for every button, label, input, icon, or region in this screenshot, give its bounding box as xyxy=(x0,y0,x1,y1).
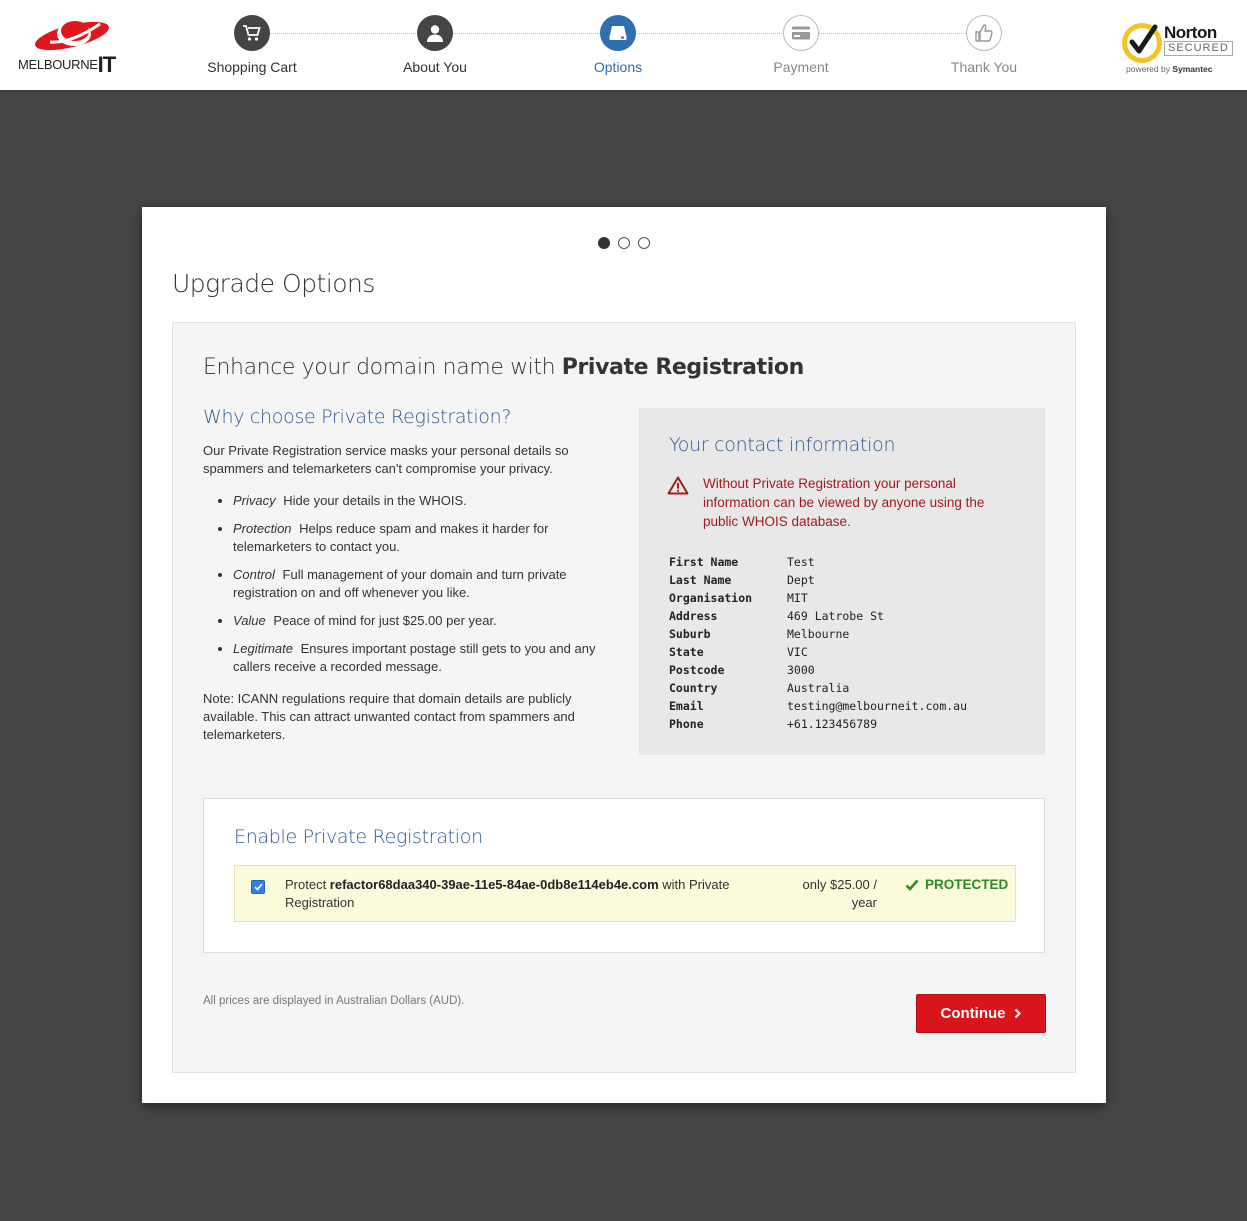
thumbs-up-icon xyxy=(966,15,1002,51)
why-section: Why choose Private Registration? Our Pri… xyxy=(203,408,603,744)
norton-secured: SECURED xyxy=(1164,41,1233,56)
protect-checkbox[interactable] xyxy=(251,880,265,894)
enable-title: Enable Private Registration xyxy=(234,826,483,848)
list-item: Protection Helps reduce spam and makes i… xyxy=(233,520,603,556)
whois-warning: Without Private Registration your person… xyxy=(667,474,1007,531)
step-options[interactable]: Options xyxy=(548,15,688,75)
contact-row: Suburb Melbourne xyxy=(669,627,850,641)
enable-private-registration-box: Enable Private Registration Protect refa… xyxy=(203,798,1045,953)
step-about-you[interactable]: About You xyxy=(365,15,505,75)
currency-note: All prices are displayed in Australian D… xyxy=(203,995,465,1007)
step-label: Shopping Cart xyxy=(207,59,297,75)
why-intro: Our Private Registration service masks y… xyxy=(203,443,569,476)
step-payment[interactable]: Payment xyxy=(731,15,871,75)
contact-row: Phone +61.123456789 xyxy=(669,717,878,731)
why-title: Why choose Private Registration? xyxy=(203,406,512,428)
panel-heading: Enhance your domain name with Private Re… xyxy=(203,355,804,380)
payment-icon xyxy=(783,15,819,51)
norton-secured-badge[interactable]: Norton SECURED powered by Symantec xyxy=(1118,15,1236,77)
step-label: Options xyxy=(593,59,643,75)
protect-option-row[interactable]: Protect refactor68daa340-39ae-11e5-84ae-… xyxy=(234,865,1016,922)
norton-title: Norton xyxy=(1164,23,1217,42)
page-title: Upgrade Options xyxy=(172,269,375,298)
contact-details: First Name Test Last Name Dept Organisatio… xyxy=(669,553,967,733)
protect-label: Protect refactor68daa340-39ae-11e5-84ae-… xyxy=(285,877,730,910)
header-bar: MELBOURNEIT Shopping Cart About You Opti… xyxy=(0,0,1247,90)
carousel-dot-3[interactable] xyxy=(638,237,650,249)
checkbox-check-icon xyxy=(253,883,263,891)
warning-icon xyxy=(667,476,689,495)
benefits-list: Privacy Hide your details in the WHOIS. … xyxy=(203,492,603,676)
carousel-dot-2[interactable] xyxy=(618,237,630,249)
options-icon xyxy=(600,15,636,51)
step-label: Thank You xyxy=(950,59,1018,75)
list-item: Control Full management of your domain a… xyxy=(233,566,603,602)
contact-row: Organisation MIT xyxy=(669,591,808,605)
melbourne-it-logo[interactable]: MELBOURNEIT xyxy=(18,14,116,77)
list-item: Legitimate Ensures important postage sti… xyxy=(233,640,603,676)
list-item: Privacy Hide your details in the WHOIS. xyxy=(233,492,603,510)
contact-info-box: Your contact information Without Private… xyxy=(639,408,1045,755)
warning-text: Without Private Registration your person… xyxy=(703,476,985,529)
logo-mark-icon xyxy=(35,21,109,51)
logo-wordmark: MELBOURNEIT xyxy=(18,52,116,77)
contact-row: Postcode 3000 xyxy=(669,663,815,677)
chevron-right-icon xyxy=(1014,1008,1021,1019)
user-icon xyxy=(417,15,453,51)
check-icon xyxy=(905,879,919,891)
norton-powered: powered by Symantec xyxy=(1126,64,1213,74)
upgrade-options-card: Upgrade Options Enhance your domain name… xyxy=(142,207,1106,1103)
contact-row: Email testing@melbourneit.com.au xyxy=(669,699,968,713)
contact-row: State VIC xyxy=(669,645,808,659)
protected-status: PROTECTED xyxy=(905,876,1008,894)
contact-row: First Name Test xyxy=(669,555,815,569)
carousel-pagination xyxy=(598,237,650,249)
contact-row: Address 469 Latrobe St xyxy=(669,609,884,623)
step-thank-you[interactable]: Thank You xyxy=(914,15,1054,75)
price-label: only $25.00 / year xyxy=(802,877,877,910)
carousel-dot-1[interactable] xyxy=(598,237,610,249)
private-registration-panel: Enhance your domain name with Private Re… xyxy=(172,322,1076,1073)
contact-title: Your contact information xyxy=(669,434,896,456)
contact-row: Last Name Dept xyxy=(669,573,815,587)
step-label: Payment xyxy=(773,59,829,75)
step-label: About You xyxy=(403,59,467,75)
list-item: Value Peace of mind for just $25.00 per … xyxy=(233,612,603,630)
domain-name: refactor68daa340-39ae-11e5-84ae-0db8e114… xyxy=(329,877,659,892)
step-shopping-cart[interactable]: Shopping Cart xyxy=(182,15,322,75)
contact-row: Country Australia xyxy=(669,681,850,695)
icann-note: Note: ICANN regulations require that dom… xyxy=(203,691,575,742)
cart-icon xyxy=(234,15,270,51)
continue-button[interactable]: Continue xyxy=(916,994,1046,1033)
